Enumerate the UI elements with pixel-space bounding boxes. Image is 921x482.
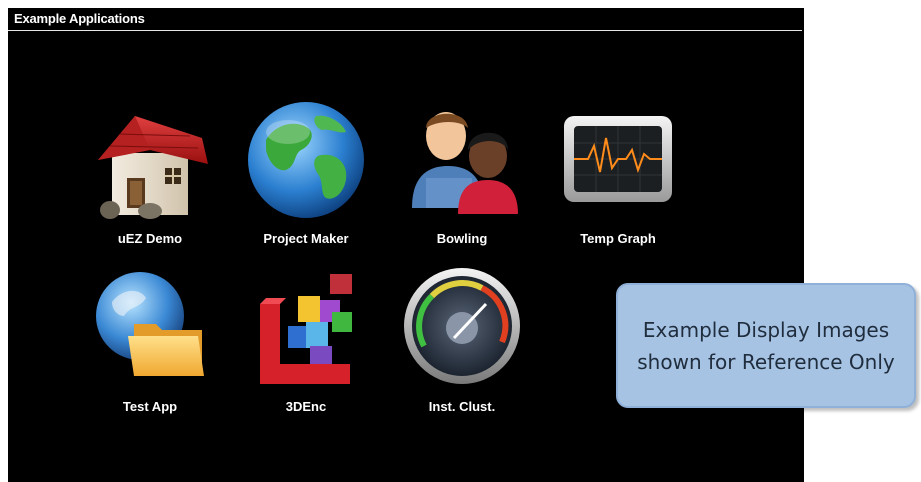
app-temp-graph[interactable]: Temp Graph [543,98,693,248]
app-test-app[interactable]: Test App [75,266,225,416]
app-label: Inst. Clust. [428,399,496,414]
app-screen: Example Applications uEZ Demo Project Ma… [8,8,804,482]
monitor-graph-icon [564,116,672,202]
callout-line-1: Example Display Images [642,317,890,342]
app-inst-clust[interactable]: Inst. Clust. [387,266,537,416]
title-bar: Example Applications [8,8,802,31]
app-3denc[interactable]: 3DEnc [231,266,381,416]
app-uez-demo[interactable]: uEZ Demo [75,98,225,248]
callout-line-2: shown for Reference Only [637,349,895,374]
app-label: Project Maker [263,231,349,246]
app-label: Temp Graph [580,231,656,246]
app-project-maker[interactable]: Project Maker [231,98,381,248]
gauge-icon [404,268,520,384]
blocks-icon [260,274,352,384]
reference-callout: Example Display Images shown for Referen… [616,283,916,408]
app-bowling[interactable]: Bowling [387,98,537,248]
folder-globe-icon [96,272,204,376]
house-icon [98,116,208,219]
app-label: uEZ Demo [117,231,183,246]
app-label: Test App [122,399,178,414]
app-label: Bowling [436,231,488,246]
people-icon [412,112,518,214]
globe-icon [248,102,364,218]
app-label: 3DEnc [285,399,327,414]
window-title: Example Applications [14,11,145,26]
